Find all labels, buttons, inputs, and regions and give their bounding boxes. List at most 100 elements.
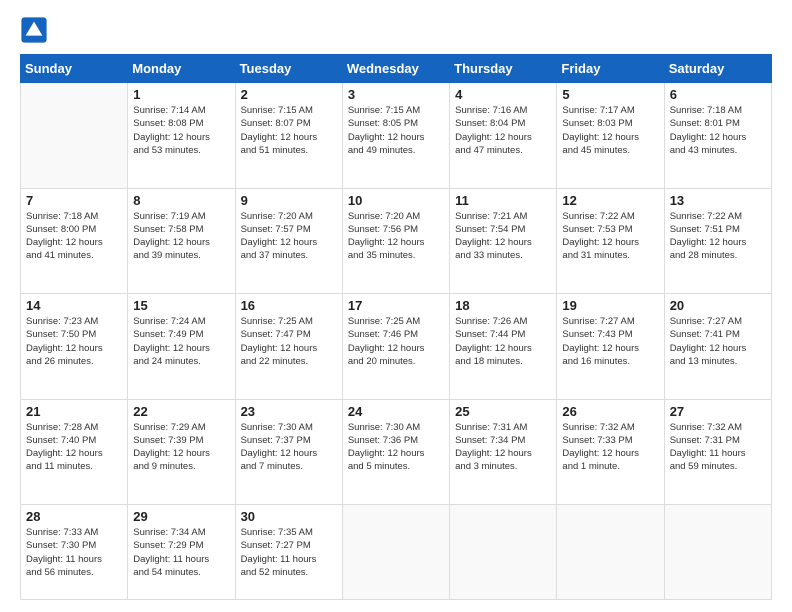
day-info: Sunrise: 7:34 AM Sunset: 7:29 PM Dayligh… bbox=[133, 526, 229, 579]
calendar-cell: 25 Sunrise: 7:31 AM Sunset: 7:34 PM Dayli… bbox=[450, 399, 557, 505]
calendar-cell: 14 Sunrise: 7:23 AM Sunset: 7:50 PM Dayli… bbox=[21, 294, 128, 400]
weekday-header: Sunday bbox=[21, 55, 128, 83]
day-number: 19 bbox=[562, 298, 658, 313]
day-number: 18 bbox=[455, 298, 551, 313]
calendar-cell: 9 Sunrise: 7:20 AM Sunset: 7:57 PM Daylig… bbox=[235, 188, 342, 294]
day-info: Sunrise: 7:29 AM Sunset: 7:39 PM Dayligh… bbox=[133, 421, 229, 474]
day-info: Sunrise: 7:35 AM Sunset: 7:27 PM Dayligh… bbox=[241, 526, 337, 579]
day-number: 26 bbox=[562, 404, 658, 419]
day-info: Sunrise: 7:19 AM Sunset: 7:58 PM Dayligh… bbox=[133, 210, 229, 263]
day-number: 7 bbox=[26, 193, 122, 208]
day-number: 8 bbox=[133, 193, 229, 208]
day-info: Sunrise: 7:24 AM Sunset: 7:49 PM Dayligh… bbox=[133, 315, 229, 368]
calendar-cell: 27 Sunrise: 7:32 AM Sunset: 7:31 PM Dayli… bbox=[664, 399, 771, 505]
day-info: Sunrise: 7:32 AM Sunset: 7:33 PM Dayligh… bbox=[562, 421, 658, 474]
calendar-cell: 4 Sunrise: 7:16 AM Sunset: 8:04 PM Daylig… bbox=[450, 83, 557, 189]
calendar-cell: 13 Sunrise: 7:22 AM Sunset: 7:51 PM Dayli… bbox=[664, 188, 771, 294]
calendar-cell bbox=[664, 505, 771, 600]
day-info: Sunrise: 7:32 AM Sunset: 7:31 PM Dayligh… bbox=[670, 421, 766, 474]
day-number: 29 bbox=[133, 509, 229, 524]
calendar-cell: 24 Sunrise: 7:30 AM Sunset: 7:36 PM Dayli… bbox=[342, 399, 449, 505]
calendar-cell: 26 Sunrise: 7:32 AM Sunset: 7:33 PM Dayli… bbox=[557, 399, 664, 505]
day-number: 12 bbox=[562, 193, 658, 208]
calendar-cell: 1 Sunrise: 7:14 AM Sunset: 8:08 PM Daylig… bbox=[128, 83, 235, 189]
day-info: Sunrise: 7:30 AM Sunset: 7:36 PM Dayligh… bbox=[348, 421, 444, 474]
calendar-cell bbox=[21, 83, 128, 189]
day-info: Sunrise: 7:25 AM Sunset: 7:47 PM Dayligh… bbox=[241, 315, 337, 368]
day-info: Sunrise: 7:33 AM Sunset: 7:30 PM Dayligh… bbox=[26, 526, 122, 579]
day-number: 28 bbox=[26, 509, 122, 524]
calendar-cell: 3Sunrise: 7:15 AM Sunset: 8:05 PM Daylig… bbox=[342, 83, 449, 189]
calendar-cell: 8 Sunrise: 7:19 AM Sunset: 7:58 PM Daylig… bbox=[128, 188, 235, 294]
day-info: Sunrise: 7:22 AM Sunset: 7:51 PM Dayligh… bbox=[670, 210, 766, 263]
calendar-cell: 15Sunrise: 7:24 AM Sunset: 7:49 PM Dayli… bbox=[128, 294, 235, 400]
calendar-cell: 18 Sunrise: 7:26 AM Sunset: 7:44 PM Dayli… bbox=[450, 294, 557, 400]
calendar-cell: 7 Sunrise: 7:18 AM Sunset: 8:00 PM Daylig… bbox=[21, 188, 128, 294]
calendar-cell: 2 Sunrise: 7:15 AM Sunset: 8:07 PM Daylig… bbox=[235, 83, 342, 189]
calendar-cell bbox=[557, 505, 664, 600]
day-info: Sunrise: 7:23 AM Sunset: 7:50 PM Dayligh… bbox=[26, 315, 122, 368]
weekday-header: Wednesday bbox=[342, 55, 449, 83]
calendar-cell: 29 Sunrise: 7:34 AM Sunset: 7:29 PM Dayli… bbox=[128, 505, 235, 600]
weekday-header: Monday bbox=[128, 55, 235, 83]
day-number: 1 bbox=[133, 87, 229, 102]
day-info: Sunrise: 7:22 AM Sunset: 7:53 PM Dayligh… bbox=[562, 210, 658, 263]
weekday-header: Friday bbox=[557, 55, 664, 83]
day-number: 23 bbox=[241, 404, 337, 419]
calendar-cell: 22 Sunrise: 7:29 AM Sunset: 7:39 PM Dayli… bbox=[128, 399, 235, 505]
day-info: Sunrise: 7:30 AM Sunset: 7:37 PM Dayligh… bbox=[241, 421, 337, 474]
weekday-header: Saturday bbox=[664, 55, 771, 83]
day-number: 22 bbox=[133, 404, 229, 419]
day-number: 2 bbox=[241, 87, 337, 102]
day-number: 9 bbox=[241, 193, 337, 208]
calendar-cell: 11 Sunrise: 7:21 AM Sunset: 7:54 PM Dayli… bbox=[450, 188, 557, 294]
day-info: Sunrise: 7:21 AM Sunset: 7:54 PM Dayligh… bbox=[455, 210, 551, 263]
day-info: Sunrise: 7:27 AM Sunset: 7:41 PM Dayligh… bbox=[670, 315, 766, 368]
calendar-cell: 28 Sunrise: 7:33 AM Sunset: 7:30 PM Dayli… bbox=[21, 505, 128, 600]
day-number: 20 bbox=[670, 298, 766, 313]
day-info: Sunrise: 7:25 AM Sunset: 7:46 PM Dayligh… bbox=[348, 315, 444, 368]
day-info: Sunrise: 7:20 AM Sunset: 7:56 PM Dayligh… bbox=[348, 210, 444, 263]
day-number: 10 bbox=[348, 193, 444, 208]
day-info: Sunrise: 7:18 AM Sunset: 8:00 PM Dayligh… bbox=[26, 210, 122, 263]
day-info: Sunrise: 7:14 AM Sunset: 8:08 PM Dayligh… bbox=[133, 104, 229, 157]
day-number: 24 bbox=[348, 404, 444, 419]
calendar-table: SundayMondayTuesdayWednesdayThursdayFrid… bbox=[20, 54, 772, 600]
day-info: Sunrise: 7:16 AM Sunset: 8:04 PM Dayligh… bbox=[455, 104, 551, 157]
day-info: Sunrise: 7:15 AM Sunset: 8:07 PM Dayligh… bbox=[241, 104, 337, 157]
day-number: 4 bbox=[455, 87, 551, 102]
weekday-header: Tuesday bbox=[235, 55, 342, 83]
day-info: Sunrise: 7:27 AM Sunset: 7:43 PM Dayligh… bbox=[562, 315, 658, 368]
day-info: Sunrise: 7:28 AM Sunset: 7:40 PM Dayligh… bbox=[26, 421, 122, 474]
day-number: 25 bbox=[455, 404, 551, 419]
day-number: 14 bbox=[26, 298, 122, 313]
calendar-cell: 20 Sunrise: 7:27 AM Sunset: 7:41 PM Dayli… bbox=[664, 294, 771, 400]
calendar-cell: 17 Sunrise: 7:25 AM Sunset: 7:46 PM Dayli… bbox=[342, 294, 449, 400]
day-number: 17 bbox=[348, 298, 444, 313]
calendar-cell: 23 Sunrise: 7:30 AM Sunset: 7:37 PM Dayli… bbox=[235, 399, 342, 505]
logo-icon bbox=[20, 16, 48, 44]
calendar-cell: 12 Sunrise: 7:22 AM Sunset: 7:53 PM Dayli… bbox=[557, 188, 664, 294]
page: SundayMondayTuesdayWednesdayThursdayFrid… bbox=[0, 0, 792, 612]
day-number: 21 bbox=[26, 404, 122, 419]
day-number: 5 bbox=[562, 87, 658, 102]
day-info: Sunrise: 7:20 AM Sunset: 7:57 PM Dayligh… bbox=[241, 210, 337, 263]
day-number: 13 bbox=[670, 193, 766, 208]
day-info: Sunrise: 7:31 AM Sunset: 7:34 PM Dayligh… bbox=[455, 421, 551, 474]
day-number: 30 bbox=[241, 509, 337, 524]
calendar-cell bbox=[450, 505, 557, 600]
calendar-cell: 30 Sunrise: 7:35 AM Sunset: 7:27 PM Dayli… bbox=[235, 505, 342, 600]
day-number: 16 bbox=[241, 298, 337, 313]
calendar-cell bbox=[342, 505, 449, 600]
day-number: 3 bbox=[348, 87, 444, 102]
header bbox=[20, 16, 772, 44]
calendar-cell: 6Sunrise: 7:18 AM Sunset: 8:01 PM Daylig… bbox=[664, 83, 771, 189]
day-number: 27 bbox=[670, 404, 766, 419]
day-number: 11 bbox=[455, 193, 551, 208]
calendar-cell: 21 Sunrise: 7:28 AM Sunset: 7:40 PM Dayli… bbox=[21, 399, 128, 505]
day-number: 6 bbox=[670, 87, 766, 102]
weekday-header: Thursday bbox=[450, 55, 557, 83]
calendar-cell: 10 Sunrise: 7:20 AM Sunset: 7:56 PM Dayli… bbox=[342, 188, 449, 294]
day-info: Sunrise: 7:26 AM Sunset: 7:44 PM Dayligh… bbox=[455, 315, 551, 368]
calendar-cell: 5Sunrise: 7:17 AM Sunset: 8:03 PM Daylig… bbox=[557, 83, 664, 189]
